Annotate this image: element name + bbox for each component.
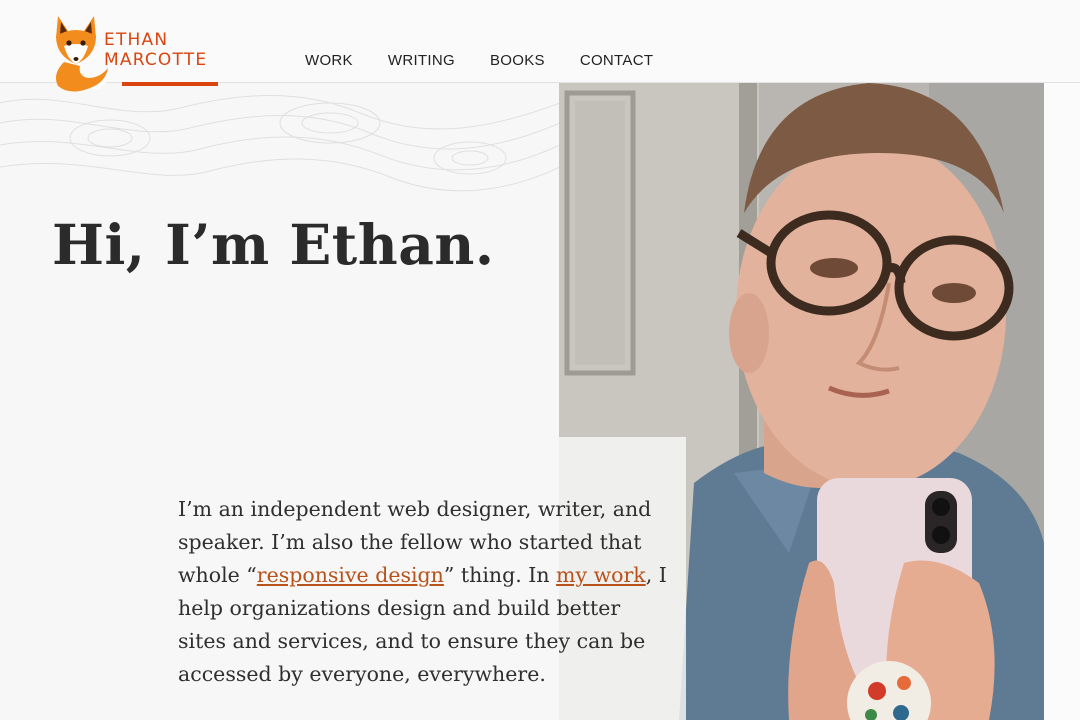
photo-margin bbox=[1044, 83, 1080, 720]
intro-text-2: ” thing. In bbox=[443, 563, 557, 587]
nav-work[interactable]: WORK bbox=[305, 52, 353, 69]
brand-last-name: MARCOTTE bbox=[104, 50, 208, 70]
main-nav: WORK WRITING BOOKS CONTACT bbox=[305, 52, 688, 69]
responsive-design-link[interactable]: responsive design bbox=[257, 563, 444, 587]
brand-wordmark: ETHAN MARCOTTE bbox=[104, 30, 207, 70]
topographic-pattern bbox=[0, 95, 560, 192]
brand-first-name: ETHAN bbox=[104, 30, 169, 50]
nav-contact[interactable]: CONTACT bbox=[580, 52, 653, 69]
nav-books[interactable]: BOOKS bbox=[490, 52, 545, 69]
intro-paragraph: I’m an independent web designer, writer,… bbox=[178, 493, 668, 691]
page-title: Hi, I’m Ethan. bbox=[52, 212, 495, 277]
home-logo-link[interactable]: ETHAN MARCOTTE bbox=[50, 12, 230, 92]
my-work-link[interactable]: my work bbox=[556, 563, 646, 587]
site-header: ETHAN MARCOTTE WORK WRITING BOOKS CONTAC… bbox=[0, 0, 1080, 92]
nav-writing[interactable]: WRITING bbox=[388, 52, 455, 69]
logo-underline bbox=[122, 82, 218, 86]
